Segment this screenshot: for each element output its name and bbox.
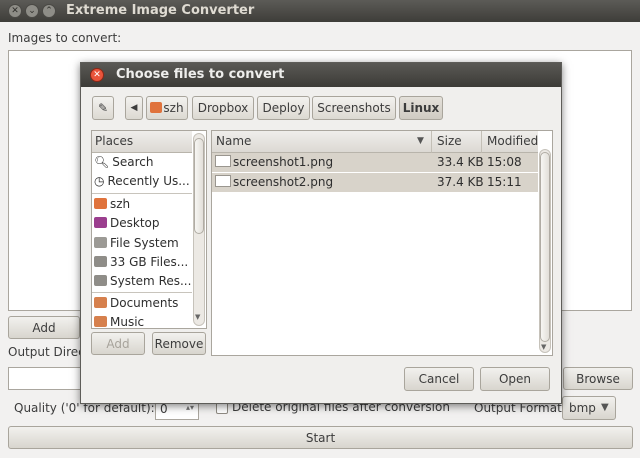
home-folder-icon	[150, 102, 163, 113]
file-name: screenshot2.png	[233, 175, 334, 189]
music-folder-icon	[94, 316, 107, 327]
path-back-button[interactable]: ◀	[125, 96, 143, 120]
scroll-down-arrow-icon[interactable]: ▼	[195, 313, 200, 321]
documents-folder-icon	[94, 297, 107, 308]
remove-bookmark-button[interactable]: Remove	[152, 332, 206, 355]
place-search[interactable]: 🔍︎ Search	[92, 153, 192, 172]
column-modified[interactable]: Modified	[482, 131, 538, 153]
file-chooser-dialog: ✕ Choose files to convert ✎ ◀ szh Dropbo…	[80, 62, 562, 404]
images-to-convert-label: Images to convert:	[8, 31, 122, 45]
file-modified: 15:11	[487, 175, 522, 189]
scroll-down-arrow-icon[interactable]: ▼	[541, 343, 546, 351]
add-bookmark-button[interactable]: Add	[91, 332, 145, 355]
close-icon[interactable]: ✕	[8, 4, 22, 18]
file-list-scrollbar-thumb[interactable]	[540, 152, 550, 342]
file-size: 37.4 KB	[437, 175, 484, 189]
maximize-icon[interactable]: ⌃	[42, 4, 56, 18]
output-format-value: bmp	[569, 401, 596, 415]
file-list: Name ▼ Size Modified screenshot1.png 33.…	[211, 130, 553, 356]
place-system-reserved[interactable]: System Res...	[92, 272, 192, 291]
cancel-button[interactable]: Cancel	[404, 367, 474, 391]
crumb-szh[interactable]: szh	[146, 96, 188, 120]
search-icon: 🔍︎	[94, 155, 110, 169]
output-directory-label: Output Direct	[8, 345, 90, 359]
home-folder-icon	[94, 198, 107, 209]
file-size: 33.4 KB	[437, 155, 484, 169]
filesystem-icon	[94, 237, 107, 248]
places-scrollbar-thumb[interactable]	[194, 138, 204, 234]
file-row[interactable]: screenshot2.png 37.4 KB 15:11	[212, 173, 538, 192]
file-name: screenshot1.png	[233, 155, 334, 169]
pencil-icon: ✎	[97, 101, 109, 115]
crumb-linux[interactable]: Linux	[399, 96, 443, 120]
sort-descending-icon: ▼	[417, 136, 424, 146]
file-row[interactable]: screenshot1.png 33.4 KB 15:08	[212, 153, 538, 172]
column-name[interactable]: Name ▼	[212, 131, 432, 153]
drive-icon	[94, 275, 107, 286]
file-list-scrollbar[interactable]: ▼	[539, 149, 551, 353]
place-szh[interactable]: szh	[92, 195, 192, 214]
place-documents[interactable]: Documents	[92, 294, 192, 313]
desktop-icon	[94, 217, 107, 228]
crumb-screenshots[interactable]: Screenshots	[312, 96, 396, 120]
add-images-button[interactable]: Add	[8, 316, 80, 339]
dialog-titlebar: ✕ Choose files to convert	[81, 63, 561, 87]
place-music[interactable]: Music	[92, 313, 192, 328]
recent-icon: ◷	[94, 174, 105, 188]
places-scrollbar[interactable]: ▼	[193, 133, 205, 326]
place-33gb-files[interactable]: 33 GB Files...	[92, 253, 192, 272]
place-recently-used[interactable]: ◷ Recently Us...	[92, 172, 192, 191]
window-title: Extreme Image Converter	[66, 3, 255, 18]
output-format-select[interactable]: bmp ▼	[562, 396, 616, 420]
places-header[interactable]: Places	[92, 131, 192, 153]
open-button[interactable]: Open	[480, 367, 550, 391]
crumb-deploy[interactable]: Deploy	[257, 96, 310, 120]
start-button[interactable]: Start	[8, 426, 633, 449]
crumb-dropbox[interactable]: Dropbox	[192, 96, 254, 120]
minimize-icon[interactable]: ⌄	[25, 4, 39, 18]
drive-icon	[94, 256, 107, 267]
left-arrow-icon: ◀	[130, 103, 138, 113]
place-desktop[interactable]: Desktop	[92, 214, 192, 233]
main-titlebar: ✕ ⌄ ⌃ Extreme Image Converter	[0, 0, 640, 22]
place-file-system[interactable]: File System	[92, 234, 192, 253]
dialog-title: Choose files to convert	[116, 67, 285, 82]
edit-path-button[interactable]: ✎	[92, 96, 114, 120]
browse-button[interactable]: Browse	[563, 367, 633, 390]
image-file-icon	[215, 175, 231, 187]
column-size[interactable]: Size	[432, 131, 482, 153]
places-pane: Places 🔍︎ Search ◷ Recently Us... szh Desk…	[91, 130, 207, 329]
quality-value: 0	[160, 402, 168, 416]
file-modified: 15:08	[487, 155, 522, 169]
places-divider	[92, 292, 192, 293]
image-file-icon	[215, 155, 231, 167]
spin-arrows-icon[interactable]: ▴▾	[186, 403, 194, 412]
close-icon[interactable]: ✕	[90, 68, 104, 82]
places-divider	[92, 193, 192, 194]
dropdown-arrow-icon: ▼	[601, 402, 609, 413]
